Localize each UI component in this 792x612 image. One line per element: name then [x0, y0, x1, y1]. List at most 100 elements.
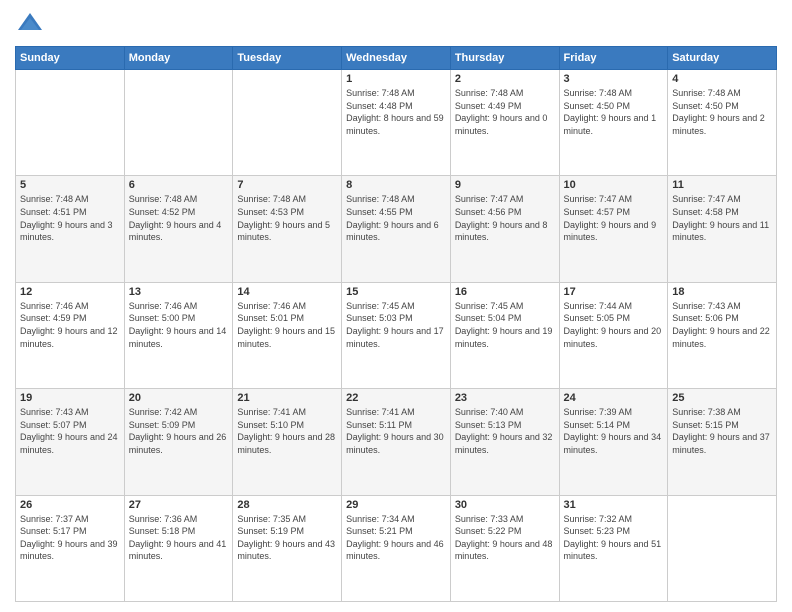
- day-number: 2: [455, 73, 555, 85]
- day-info: Sunrise: 7:48 AM Sunset: 4:50 PM Dayligh…: [564, 87, 664, 137]
- calendar-cell: 22 Sunrise: 7:41 AM Sunset: 5:11 PM Dayli…: [342, 389, 451, 495]
- day-number: 18: [672, 286, 772, 298]
- weekday-header-tuesday: Tuesday: [233, 47, 342, 70]
- calendar-cell: 27 Sunrise: 7:36 AM Sunset: 5:18 PM Dayli…: [124, 495, 233, 601]
- calendar-cell: 17Sunrise: 7:44 AM Sunset: 5:05 PM Dayli…: [559, 282, 668, 388]
- week-row-4: 19 Sunrise: 7:43 AM Sunset: 5:07 PM Dayli…: [16, 389, 777, 495]
- calendar-cell: 4Sunrise: 7:48 AM Sunset: 4:50 PM Daylig…: [668, 70, 777, 176]
- calendar-cell: [233, 70, 342, 176]
- week-row-1: 1Sunrise: 7:48 AM Sunset: 4:48 PM Daylig…: [16, 70, 777, 176]
- day-info: Sunrise: 7:46 AM Sunset: 5:00 PM Dayligh…: [129, 300, 229, 350]
- day-info: Sunrise: 7:41 AM Sunset: 5:10 PM Dayligh…: [237, 406, 337, 456]
- calendar-cell: 20Sunrise: 7:42 AM Sunset: 5:09 PM Dayli…: [124, 389, 233, 495]
- calendar-cell: [16, 70, 125, 176]
- weekday-header-saturday: Saturday: [668, 47, 777, 70]
- day-info: Sunrise: 7:45 AM Sunset: 5:04 PM Dayligh…: [455, 300, 555, 350]
- day-info: Sunrise: 7:40 AM Sunset: 5:13 PM Dayligh…: [455, 406, 555, 456]
- day-info: Sunrise: 7:36 AM Sunset: 5:18 PM Dayligh…: [129, 513, 229, 563]
- day-info: Sunrise: 7:45 AM Sunset: 5:03 PM Dayligh…: [346, 300, 446, 350]
- day-info: Sunrise: 7:35 AM Sunset: 5:19 PM Dayligh…: [237, 513, 337, 563]
- day-number: 11: [672, 179, 772, 191]
- day-number: 31: [564, 499, 664, 511]
- day-number: 9: [455, 179, 555, 191]
- calendar-cell: 1Sunrise: 7:48 AM Sunset: 4:48 PM Daylig…: [342, 70, 451, 176]
- weekday-header-wednesday: Wednesday: [342, 47, 451, 70]
- week-row-2: 5Sunrise: 7:48 AM Sunset: 4:51 PM Daylig…: [16, 176, 777, 282]
- day-info: Sunrise: 7:47 AM Sunset: 4:58 PM Dayligh…: [672, 193, 772, 243]
- day-info: Sunrise: 7:38 AM Sunset: 5:15 PM Dayligh…: [672, 406, 772, 456]
- week-row-3: 12 Sunrise: 7:46 AM Sunset: 4:59 PM Dayli…: [16, 282, 777, 388]
- day-number: 22: [346, 392, 446, 404]
- calendar-cell: 18 Sunrise: 7:43 AM Sunset: 5:06 PM Dayli…: [668, 282, 777, 388]
- day-info: Sunrise: 7:46 AM Sunset: 4:59 PM Dayligh…: [20, 300, 120, 350]
- day-info: Sunrise: 7:33 AM Sunset: 5:22 PM Dayligh…: [455, 513, 555, 563]
- weekday-header-thursday: Thursday: [450, 47, 559, 70]
- calendar-cell: 25 Sunrise: 7:38 AM Sunset: 5:15 PM Dayli…: [668, 389, 777, 495]
- day-info: Sunrise: 7:46 AM Sunset: 5:01 PM Dayligh…: [237, 300, 337, 350]
- day-info: Sunrise: 7:48 AM Sunset: 4:51 PM Dayligh…: [20, 193, 120, 243]
- day-number: 30: [455, 499, 555, 511]
- calendar-cell: [124, 70, 233, 176]
- calendar-cell: 16 Sunrise: 7:45 AM Sunset: 5:04 PM Dayli…: [450, 282, 559, 388]
- day-info: Sunrise: 7:37 AM Sunset: 5:17 PM Dayligh…: [20, 513, 120, 563]
- day-info: Sunrise: 7:48 AM Sunset: 4:53 PM Dayligh…: [237, 193, 337, 243]
- day-number: 13: [129, 286, 229, 298]
- calendar-cell: 15 Sunrise: 7:45 AM Sunset: 5:03 PM Dayli…: [342, 282, 451, 388]
- day-number: 28: [237, 499, 337, 511]
- day-number: 14: [237, 286, 337, 298]
- day-number: 8: [346, 179, 446, 191]
- day-number: 27: [129, 499, 229, 511]
- day-number: 21: [237, 392, 337, 404]
- weekday-header-friday: Friday: [559, 47, 668, 70]
- day-number: 24: [564, 392, 664, 404]
- calendar-cell: 13 Sunrise: 7:46 AM Sunset: 5:00 PM Dayli…: [124, 282, 233, 388]
- day-info: Sunrise: 7:43 AM Sunset: 5:07 PM Dayligh…: [20, 406, 120, 456]
- day-number: 12: [20, 286, 120, 298]
- calendar-cell: 30 Sunrise: 7:33 AM Sunset: 5:22 PM Dayli…: [450, 495, 559, 601]
- calendar-cell: 26 Sunrise: 7:37 AM Sunset: 5:17 PM Dayli…: [16, 495, 125, 601]
- calendar-cell: 5Sunrise: 7:48 AM Sunset: 4:51 PM Daylig…: [16, 176, 125, 282]
- day-number: 23: [455, 392, 555, 404]
- day-info: Sunrise: 7:48 AM Sunset: 4:55 PM Dayligh…: [346, 193, 446, 243]
- day-number: 26: [20, 499, 120, 511]
- calendar-cell: 8 Sunrise: 7:48 AM Sunset: 4:55 PM Daylig…: [342, 176, 451, 282]
- calendar-cell: 28 Sunrise: 7:35 AM Sunset: 5:19 PM Dayli…: [233, 495, 342, 601]
- day-info: Sunrise: 7:44 AM Sunset: 5:05 PM Dayligh…: [564, 300, 664, 350]
- calendar-cell: 23 Sunrise: 7:40 AM Sunset: 5:13 PM Dayli…: [450, 389, 559, 495]
- day-number: 10: [564, 179, 664, 191]
- weekday-header-row: SundayMondayTuesdayWednesdayThursdayFrid…: [16, 47, 777, 70]
- calendar-cell: [668, 495, 777, 601]
- calendar-cell: 24 Sunrise: 7:39 AM Sunset: 5:14 PM Dayli…: [559, 389, 668, 495]
- calendar-cell: 3Sunrise: 7:48 AM Sunset: 4:50 PM Daylig…: [559, 70, 668, 176]
- day-info: Sunrise: 7:39 AM Sunset: 5:14 PM Dayligh…: [564, 406, 664, 456]
- day-number: 16: [455, 286, 555, 298]
- calendar-table: SundayMondayTuesdayWednesdayThursdayFrid…: [15, 46, 777, 602]
- day-number: 25: [672, 392, 772, 404]
- calendar-cell: 9 Sunrise: 7:47 AM Sunset: 4:56 PM Daylig…: [450, 176, 559, 282]
- calendar-cell: 21 Sunrise: 7:41 AM Sunset: 5:10 PM Dayli…: [233, 389, 342, 495]
- day-info: Sunrise: 7:41 AM Sunset: 5:11 PM Dayligh…: [346, 406, 446, 456]
- day-info: Sunrise: 7:47 AM Sunset: 4:57 PM Dayligh…: [564, 193, 664, 243]
- page: SundayMondayTuesdayWednesdayThursdayFrid…: [0, 0, 792, 612]
- day-info: Sunrise: 7:47 AM Sunset: 4:56 PM Dayligh…: [455, 193, 555, 243]
- day-info: Sunrise: 7:32 AM Sunset: 5:23 PM Dayligh…: [564, 513, 664, 563]
- day-info: Sunrise: 7:43 AM Sunset: 5:06 PM Dayligh…: [672, 300, 772, 350]
- day-number: 19: [20, 392, 120, 404]
- header: [15, 10, 777, 40]
- calendar-cell: 2 Sunrise: 7:48 AM Sunset: 4:49 PM Daylig…: [450, 70, 559, 176]
- logo-icon: [15, 10, 45, 40]
- weekday-header-monday: Monday: [124, 47, 233, 70]
- calendar-cell: 12 Sunrise: 7:46 AM Sunset: 4:59 PM Dayli…: [16, 282, 125, 388]
- calendar-cell: 10 Sunrise: 7:47 AM Sunset: 4:57 PM Dayli…: [559, 176, 668, 282]
- day-info: Sunrise: 7:48 AM Sunset: 4:49 PM Dayligh…: [455, 87, 555, 137]
- calendar-cell: 7 Sunrise: 7:48 AM Sunset: 4:53 PM Daylig…: [233, 176, 342, 282]
- weekday-header-sunday: Sunday: [16, 47, 125, 70]
- calendar-cell: 19 Sunrise: 7:43 AM Sunset: 5:07 PM Dayli…: [16, 389, 125, 495]
- day-info: Sunrise: 7:48 AM Sunset: 4:48 PM Dayligh…: [346, 87, 446, 137]
- week-row-5: 26 Sunrise: 7:37 AM Sunset: 5:17 PM Dayli…: [16, 495, 777, 601]
- day-number: 15: [346, 286, 446, 298]
- day-number: 6: [129, 179, 229, 191]
- day-number: 7: [237, 179, 337, 191]
- day-number: 4: [672, 73, 772, 85]
- calendar-cell: 11 Sunrise: 7:47 AM Sunset: 4:58 PM Dayli…: [668, 176, 777, 282]
